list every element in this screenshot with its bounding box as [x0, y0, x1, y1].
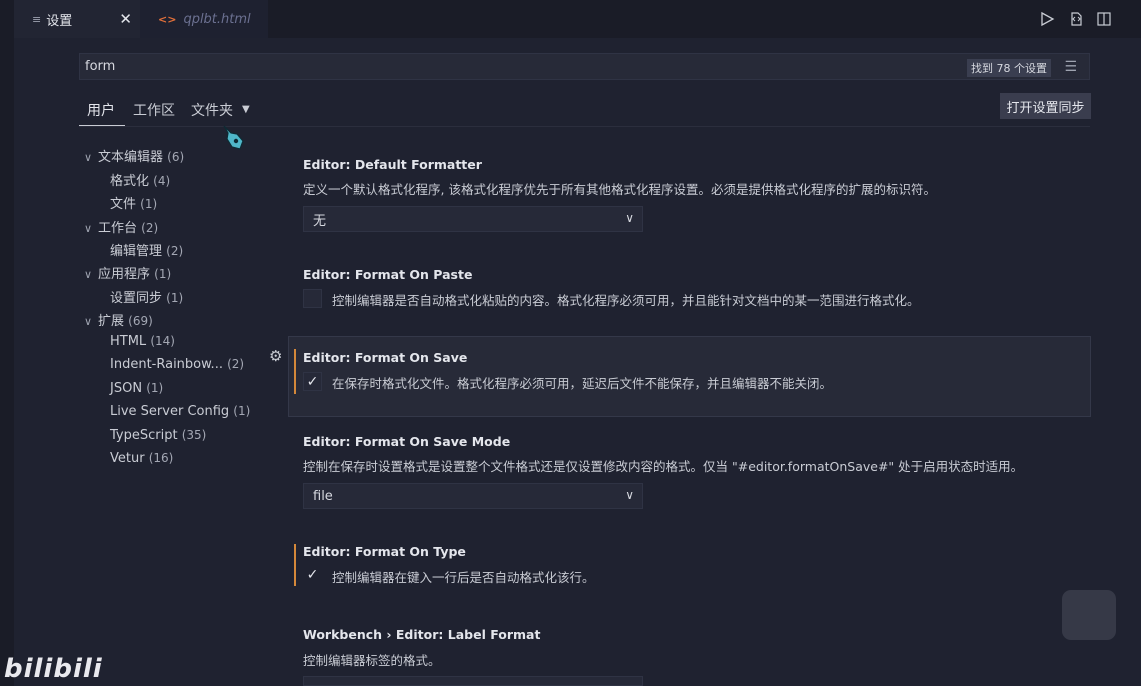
- checkmark-icon: ✓: [306, 373, 319, 390]
- setting-desc-format-on-type: 控制编辑器在键入一行后是否自动格式化该行。: [332, 570, 595, 585]
- chevron-down-icon: ∨: [84, 222, 93, 235]
- open-settings-json-icon[interactable]: [1067, 10, 1085, 28]
- scope-tab-user[interactable]: 用户: [87, 100, 115, 120]
- format-on-save-checkbox[interactable]: ✓: [303, 372, 322, 391]
- split-editor-icon[interactable]: [1095, 10, 1113, 28]
- setting-desc-default-formatter: 定义一个默认格式化程序, 该格式化程序优先于所有其他格式化程序设置。必须是提供格…: [303, 182, 936, 197]
- chevron-down-icon: ∨: [84, 268, 93, 281]
- format-on-save-mode-select[interactable]: file ∨: [303, 483, 643, 509]
- modified-indicator: [294, 349, 296, 394]
- setting-desc-format-on-save: 在保存时格式化文件。格式化程序必须可用，延迟后文件不能保存，并且编辑器不能关闭。: [332, 376, 833, 391]
- toc-item-extensions[interactable]: ∨ 扩展 (69): [84, 310, 153, 329]
- setting-title-format-on-type: Editor: Format On Type: [303, 544, 466, 559]
- search-query: form: [85, 59, 116, 74]
- scope-tab-folder[interactable]: 文件夹: [191, 100, 233, 120]
- toc-item-workbench[interactable]: ∨ 工作台 (2): [84, 217, 158, 236]
- toc-item-editor-management[interactable]: 编辑管理 (2): [110, 240, 183, 259]
- toc-item-typescript[interactable]: TypeScript (35): [110, 428, 206, 443]
- toc-item-json[interactable]: JSON (1): [110, 381, 163, 396]
- label-format-select[interactable]: [303, 676, 643, 686]
- setting-desc-format-on-save-mode: 控制在保存时设置格式是设置整个文件格式还是仅设置修改内容的格式。仅当 "#edi…: [303, 459, 1024, 474]
- setting-desc-label-format: 控制编辑器标签的格式。: [303, 653, 441, 668]
- run-icon[interactable]: [1038, 10, 1056, 28]
- toc-item-text-editor[interactable]: ∨ 文本编辑器 (6): [84, 146, 184, 165]
- setting-desc-format-on-paste: 控制编辑器是否自动格式化粘贴的内容。格式化程序必须可用，并且能针对文档中的某一范…: [332, 293, 920, 308]
- toc-item-live-server[interactable]: Live Server Config (1): [110, 404, 250, 419]
- tab-file-label: qplbt.html: [183, 11, 251, 27]
- chevron-down-icon: ∨: [625, 488, 634, 502]
- default-formatter-select[interactable]: 无 ∨: [303, 206, 643, 232]
- gear-icon[interactable]: ⚙: [269, 347, 282, 365]
- tv-watermark-icon: [1062, 590, 1116, 640]
- checkmark-icon: ✓: [306, 566, 319, 583]
- setting-title-format-on-save: Editor: Format On Save: [303, 350, 468, 365]
- chevron-down-icon: ∨: [84, 151, 93, 164]
- chevron-down-icon[interactable]: ▼: [242, 104, 250, 115]
- tab-settings-label: 设置: [46, 13, 73, 29]
- scope-tab-workspace[interactable]: 工作区: [133, 100, 175, 120]
- tab-html-file[interactable]: <> qplbt.html: [140, 0, 268, 38]
- format-on-type-checkbox[interactable]: ✓: [303, 565, 322, 584]
- toc-item-files[interactable]: 文件 (1): [110, 193, 157, 212]
- toc-item-vetur[interactable]: Vetur (16): [110, 451, 173, 466]
- toc-item-indent-rainbow[interactable]: Indent-Rainbow... (2): [110, 357, 244, 372]
- toc-item-formatting[interactable]: 格式化 (4): [110, 170, 170, 189]
- format-on-paste-checkbox[interactable]: [303, 289, 322, 308]
- close-icon[interactable]: ✕: [119, 10, 132, 28]
- search-result-count: 找到 78 个设置: [967, 59, 1051, 77]
- setting-title-format-on-save-mode: Editor: Format On Save Mode: [303, 434, 511, 449]
- chevron-down-icon: ∨: [84, 315, 93, 328]
- modified-indicator: [294, 544, 296, 586]
- left-panel-edge: [0, 38, 14, 686]
- toc-item-application[interactable]: ∨ 应用程序 (1): [84, 263, 171, 282]
- setting-title-default-formatter: Editor: Default Formatter: [303, 157, 482, 172]
- toc-item-settings-sync[interactable]: 设置同步 (1): [110, 287, 183, 306]
- settings-search-input[interactable]: form 找到 78 个设置 ☰: [79, 53, 1090, 80]
- setting-title-label-format: Workbench › Editor: Label Format: [303, 627, 541, 642]
- mouse-cursor-icon: [221, 124, 247, 152]
- bilibili-watermark: bilibili: [4, 654, 103, 684]
- toc-item-html[interactable]: HTML (14): [110, 334, 175, 349]
- html-file-icon: <>: [158, 12, 177, 26]
- setting-title-format-on-paste: Editor: Format On Paste: [303, 267, 473, 282]
- chevron-down-icon: ∨: [625, 211, 634, 225]
- tab-settings[interactable]: ≡ 设置 ✕: [14, 0, 140, 38]
- settings-lines-icon: ≡: [32, 12, 42, 26]
- open-settings-sync-button[interactable]: 打开设置同步: [1000, 93, 1091, 119]
- filter-icon[interactable]: ☰: [1064, 59, 1077, 75]
